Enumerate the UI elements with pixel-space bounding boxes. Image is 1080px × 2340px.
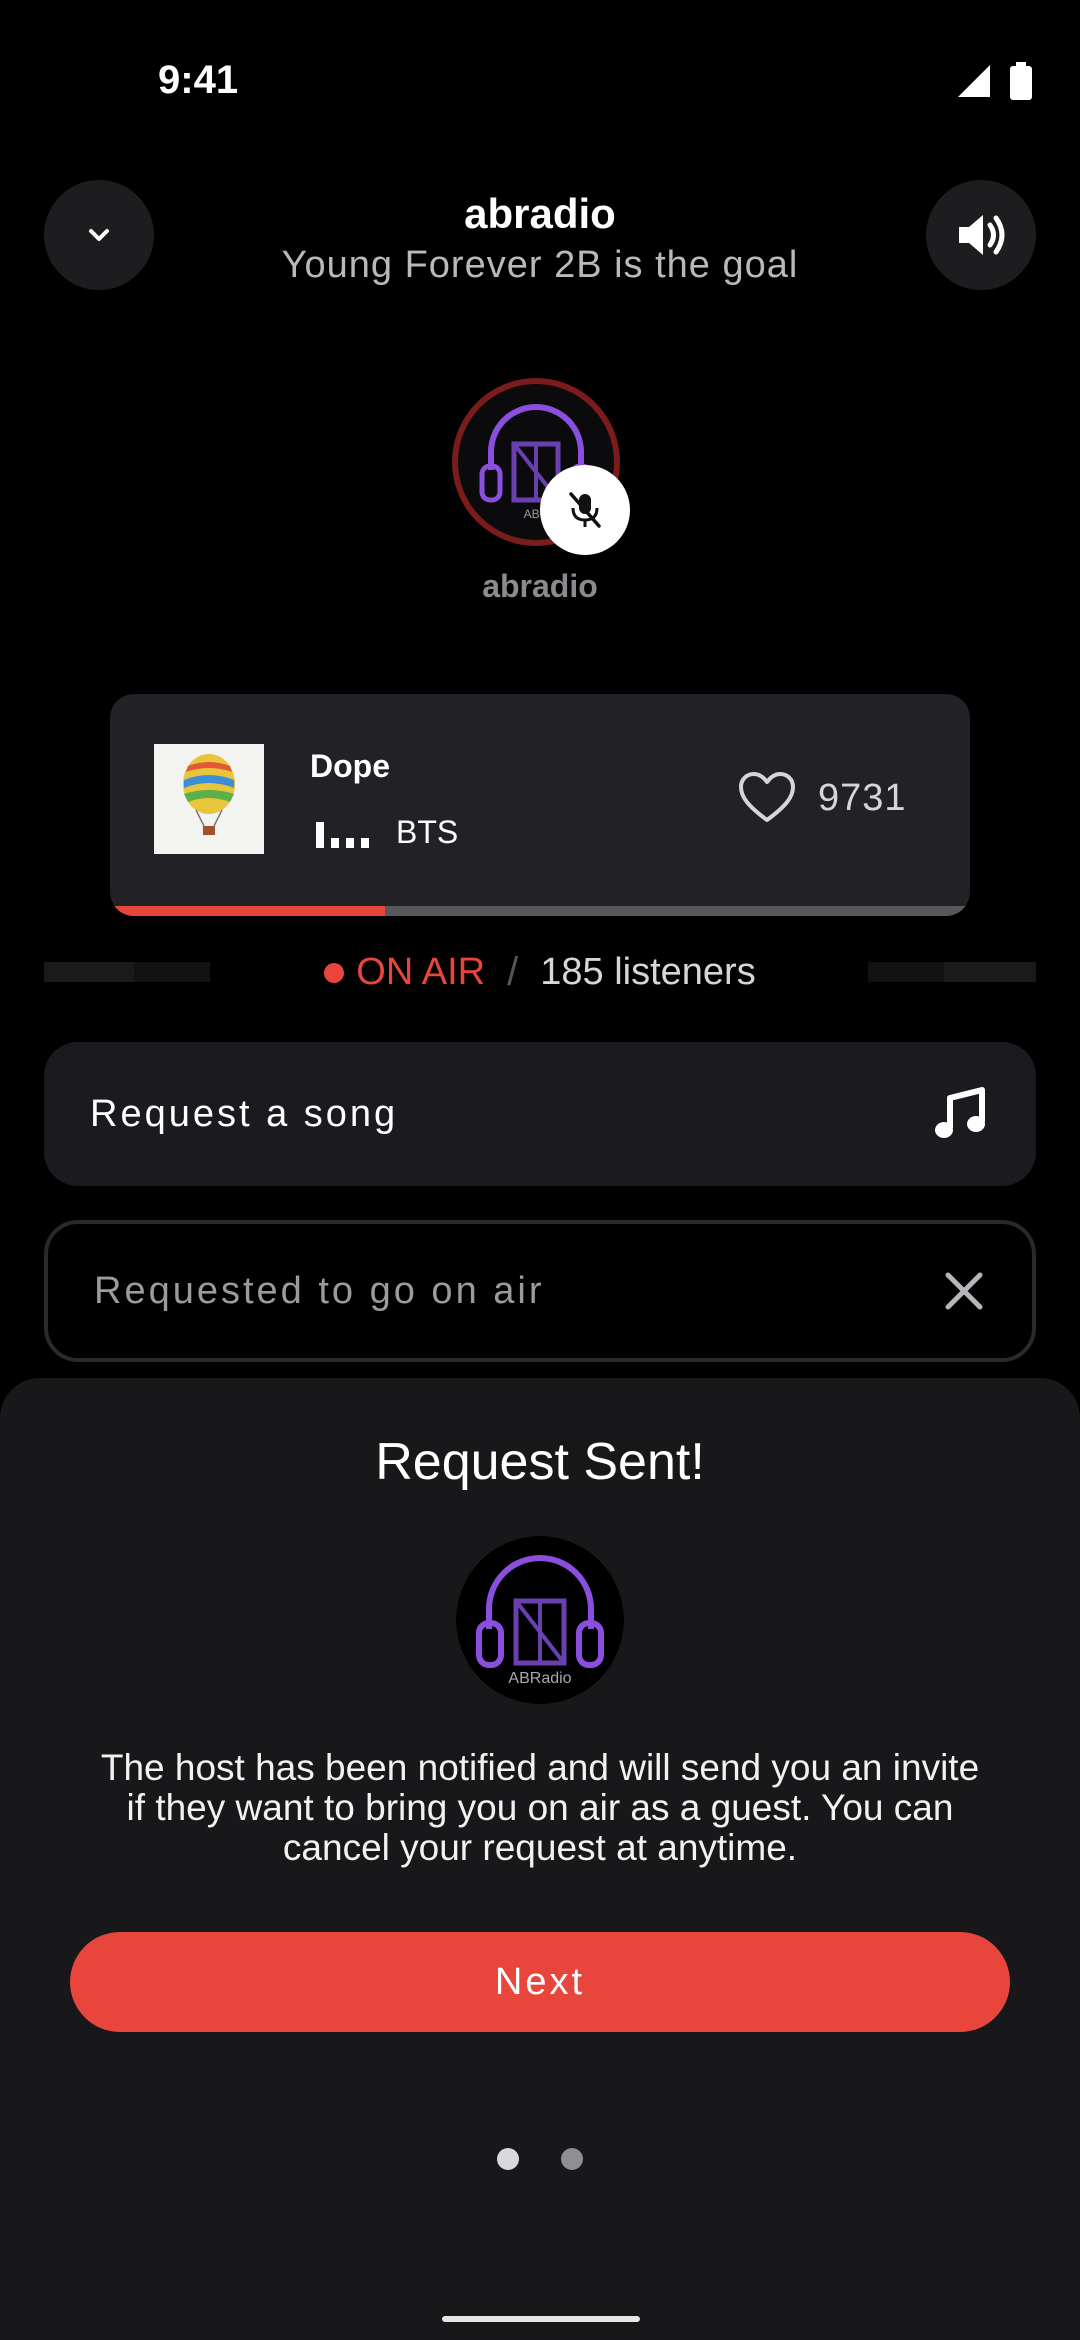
music-note-icon [935, 1087, 985, 1138]
page-dot[interactable] [497, 2148, 519, 2170]
album-art [154, 744, 264, 854]
status-icons [956, 62, 1032, 100]
volume-icon [959, 215, 1005, 255]
like-button[interactable]: 9731 [738, 772, 907, 824]
abradio-logo: ABRadio [456, 1536, 624, 1704]
close-icon[interactable] [942, 1269, 986, 1313]
status-time: 9:41 [158, 58, 239, 102]
host-name: abradio [482, 568, 598, 604]
battery-icon [1010, 62, 1032, 100]
on-air-label: ON AIR [356, 951, 486, 993]
request-song-button[interactable]: Request a song [44, 1042, 1036, 1186]
station-subtitle: Young Forever 2B is the goal [281, 244, 799, 286]
like-count: 9731 [818, 776, 907, 819]
song-artist: BTS [396, 814, 459, 850]
hot-air-balloon-icon [183, 754, 235, 835]
sheet-message: The host has been notified and will send… [100, 1747, 980, 1868]
headphones-logo-icon: ABRadio [476, 1555, 604, 1687]
song-progress-fill [110, 906, 386, 916]
requested-on-air-row[interactable]: Requested to go on air [44, 1220, 1036, 1362]
sheet-title: Request Sent! [375, 1433, 705, 1491]
request-song-label: Request a song [90, 1092, 399, 1135]
mic-muted-badge [540, 465, 630, 555]
heart-icon [739, 772, 795, 822]
sheet-logo-text: ABRadio [508, 1670, 571, 1687]
status-separator: / [507, 950, 519, 994]
page-indicator [0, 2148, 1080, 2170]
station-title: abradio [464, 190, 616, 237]
equalizer-icon [316, 822, 369, 848]
page-dot[interactable] [561, 2148, 583, 2170]
live-dot-icon [324, 962, 345, 983]
listener-count: 185 listeners [540, 951, 756, 993]
requested-on-air-label: Requested to go on air [94, 1269, 545, 1312]
mic-off-icon [569, 492, 601, 528]
home-indicator[interactable] [442, 2316, 640, 2322]
signal-icon [958, 65, 990, 97]
next-button[interactable]: Next [70, 1932, 1010, 2032]
now-playing-card[interactable]: Dope BTS 9731 [110, 694, 970, 916]
volume-button[interactable] [926, 180, 1036, 290]
decor-bar-right [868, 962, 1036, 982]
song-title: Dope [310, 748, 390, 784]
